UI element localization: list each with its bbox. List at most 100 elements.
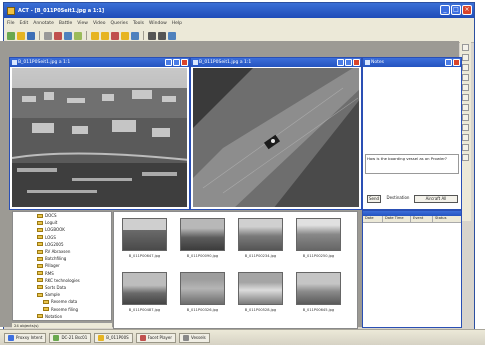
image-window-left[interactable]: B_011P0Seit1.jpg a 1:1 — [9, 57, 190, 210]
minimize-button[interactable] — [337, 59, 344, 66]
maximize-button[interactable]: □ — [451, 5, 461, 15]
col-event[interactable]: Event — [411, 216, 433, 222]
zoom-tool-icon[interactable] — [462, 124, 469, 131]
taskbar-item[interactable]: DC-21 Bsc01 — [49, 332, 92, 343]
arrow-tool-icon[interactable] — [462, 104, 469, 111]
col-date[interactable]: Date — [363, 216, 383, 222]
image-icon[interactable] — [101, 31, 109, 40]
notes-window[interactable]: Notes How is the boarding vessel as on P… — [362, 57, 462, 210]
tree-item[interactable]: DOCS — [13, 212, 111, 219]
line-tool-icon[interactable] — [462, 64, 469, 71]
menu-queries[interactable]: Queries — [111, 21, 128, 26]
thumbnail-label: B_011P00326.jpg — [186, 308, 219, 312]
thumbnail-label: B_011P00645.jpg — [302, 308, 335, 312]
tree-item[interactable]: Pillager — [13, 262, 111, 269]
thumbnail[interactable]: B_011P00250.jpg — [296, 218, 341, 266]
thumbnail[interactable]: B_011P00647.jpg — [122, 218, 167, 266]
pointer-tool-icon[interactable] — [462, 44, 469, 51]
video-icon[interactable] — [111, 31, 119, 40]
thumbnail-image — [122, 218, 167, 251]
tree-item[interactable]: LOG2005 — [13, 241, 111, 248]
toolbar-separator — [39, 31, 40, 40]
save-icon[interactable] — [27, 31, 35, 40]
thumbnail[interactable]: B_011P00090.jpg — [180, 218, 225, 266]
thumbnail[interactable]: B_011P00645.jpg — [296, 272, 341, 320]
eraser-tool-icon[interactable] — [462, 144, 469, 151]
close-button[interactable]: × — [462, 5, 472, 15]
maximize-button[interactable] — [173, 59, 180, 66]
map-icon[interactable] — [121, 31, 129, 40]
tree-item[interactable]: LOGS — [13, 234, 111, 241]
folder-icon — [37, 278, 43, 283]
tree-item[interactable]: RKC technologies — [13, 277, 111, 284]
paste-icon[interactable] — [74, 31, 82, 40]
thumbnail-image — [122, 272, 167, 305]
tree-item[interactable]: Sample — [13, 291, 111, 298]
rectangle-tool-icon[interactable] — [462, 74, 469, 81]
tree-item[interactable]: RV Abraxsen — [13, 248, 111, 255]
thumbnail[interactable]: B_011P00234.jpg — [238, 218, 283, 266]
send-button[interactable]: Send — [367, 195, 381, 203]
grid-icon[interactable] — [131, 31, 139, 40]
menu-window[interactable]: Window — [149, 21, 167, 26]
menu-help[interactable]: Help — [172, 21, 182, 26]
tree-item[interactable]: Batchfiling — [13, 255, 111, 262]
destination-select[interactable]: Aircraft All — [414, 195, 458, 203]
taskbar-item[interactable]: Facet Player — [135, 332, 177, 343]
close-button[interactable] — [453, 59, 460, 66]
tree-item[interactable]: Notation — [13, 313, 111, 320]
menu-video[interactable]: Video — [93, 21, 106, 26]
maximize-button[interactable] — [345, 59, 352, 66]
notes-window-titlebar[interactable]: Notes — [363, 58, 461, 67]
menu-battle[interactable]: Battle — [59, 21, 72, 26]
menu-edit[interactable]: Edit — [20, 21, 29, 26]
taskbar-item[interactable]: B_011P00S — [94, 332, 133, 343]
close-button[interactable] — [353, 59, 360, 66]
app-icon — [53, 334, 60, 341]
minimize-button[interactable]: _ — [440, 5, 450, 15]
thumbnail[interactable]: B_011P00528.jpg — [238, 272, 283, 320]
thumbnail[interactable]: B_011P00326.jpg — [180, 272, 225, 320]
menu-tools[interactable]: Tools — [133, 21, 144, 26]
text-tool-icon[interactable] — [462, 94, 469, 101]
zoom-out-icon[interactable] — [158, 31, 166, 40]
tree-item[interactable]: Reseme data — [13, 298, 111, 305]
copy-icon[interactable] — [64, 31, 72, 40]
zoom-in-icon[interactable] — [148, 31, 156, 40]
draw-tool-icon[interactable] — [462, 54, 469, 61]
open-icon[interactable] — [17, 31, 25, 40]
menu-file[interactable]: File — [7, 21, 15, 26]
taskbar-item[interactable]: Vessels — [179, 332, 210, 343]
circle-tool-icon[interactable] — [462, 84, 469, 91]
image-window-left-titlebar[interactable]: B_011P0Seit1.jpg a 1:1 — [10, 58, 189, 67]
folder-icon[interactable] — [91, 31, 99, 40]
window-controls — [337, 59, 360, 66]
aerial-photo-vessel — [193, 68, 359, 207]
image-window-middle-titlebar[interactable]: B_011P0Seit1.jpg a 1:1 — [191, 58, 361, 67]
print-icon[interactable] — [44, 31, 52, 40]
tree-item[interactable]: LOGBOOK — [13, 226, 111, 233]
menu-annotate[interactable]: Annotate — [33, 21, 54, 26]
pan-tool-icon[interactable] — [462, 134, 469, 141]
thumbnail[interactable]: B_011P00487.jpg — [122, 272, 167, 320]
col-status[interactable]: Status — [433, 216, 461, 222]
image-window-middle[interactable]: B_011P0Seit1.jpg a 1:1 — [190, 57, 362, 210]
notes-message-input[interactable]: How is the boarding vessel as on Prowler… — [365, 154, 459, 174]
color-tool-icon[interactable] — [462, 154, 469, 161]
col-date-time[interactable]: Date Time — [383, 216, 411, 222]
tree-item[interactable]: Loguit — [13, 219, 111, 226]
minimize-button[interactable] — [445, 59, 452, 66]
minimize-button[interactable] — [165, 59, 172, 66]
folder-icon — [37, 256, 43, 261]
tree-item[interactable]: RMS — [13, 270, 111, 277]
new-icon[interactable] — [7, 31, 15, 40]
measure-tool-icon[interactable] — [462, 114, 469, 121]
cut-icon[interactable] — [54, 31, 62, 40]
help-icon[interactable] — [168, 31, 176, 40]
close-button[interactable] — [181, 59, 188, 66]
tree-item[interactable]: Reseme filing — [13, 305, 111, 312]
menu-view[interactable]: View — [77, 21, 88, 26]
tree-item[interactable]: Sorts Data — [13, 284, 111, 291]
app-icon — [7, 6, 15, 15]
taskbar-item[interactable]: Proxxy Intent — [4, 332, 47, 343]
